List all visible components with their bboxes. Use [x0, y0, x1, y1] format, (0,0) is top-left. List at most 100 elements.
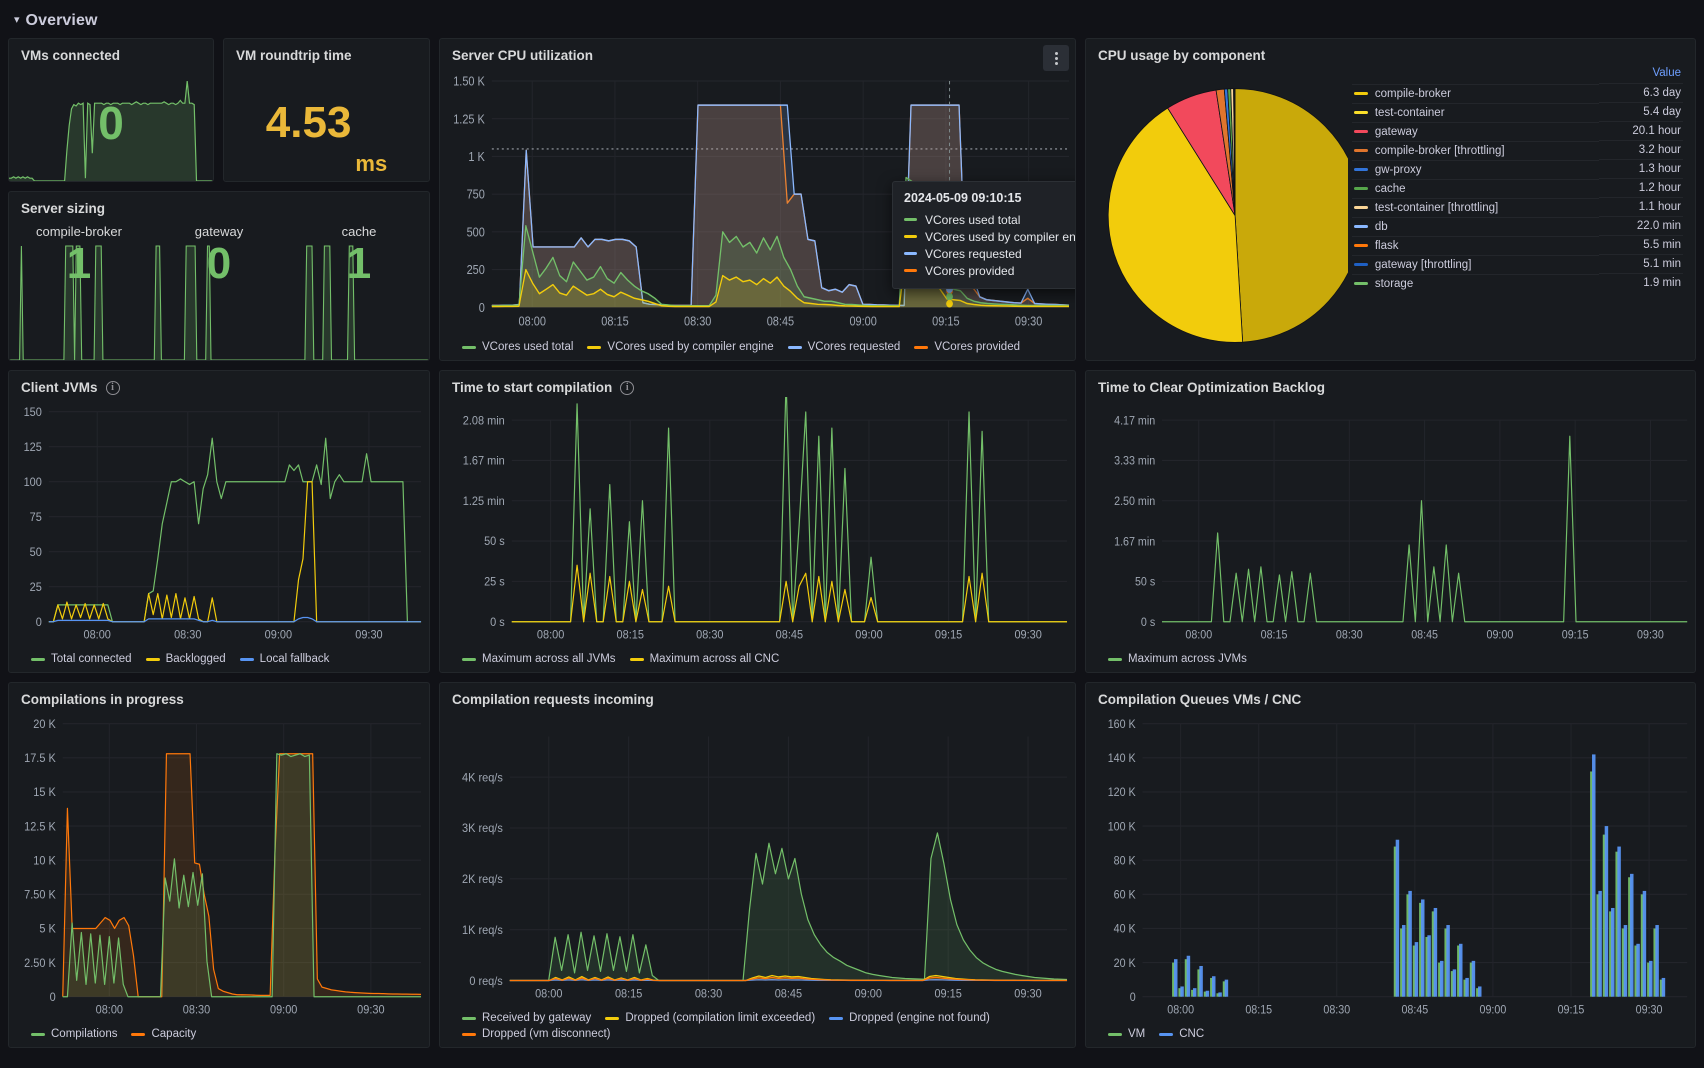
pie-legend: Value compile-broker 6.3 day test-containe…	[1348, 65, 1695, 360]
svg-text:50 s: 50 s	[1135, 576, 1156, 588]
legend-item-requests[interactable]: Dropped (engine not found)	[829, 1012, 990, 1024]
client-jvms-chart[interactable]: 0 25 50 75 100 125 150 08:00 08:30 09:00 09:30	[9, 397, 429, 649]
svg-text:1.67 min: 1.67 min	[1114, 536, 1155, 548]
svg-text:08:00: 08:00	[84, 629, 111, 641]
svg-text:09:00: 09:00	[849, 315, 877, 329]
series-color-swatch	[914, 345, 929, 349]
svg-text:08:00: 08:00	[96, 1004, 123, 1016]
panel-title: Compilation requests incoming	[452, 692, 654, 707]
legend-item-time-to-clear[interactable]: Maximum across JVMs	[1108, 653, 1247, 665]
legend-label: db	[1374, 220, 1388, 233]
compilation-queues-chart[interactable]: 0 20 K 40 K 60 K 80 K 100 K 120 K 140 K 160 K 08:…	[1086, 709, 1695, 1024]
legend-item-client-jvms[interactable]: Local fallback	[239, 653, 329, 665]
pie-legend-row[interactable]: db 22.0 min	[1351, 216, 1683, 236]
legend-label: test-container	[1374, 106, 1445, 119]
legend-label: gateway [throttling]	[1374, 258, 1472, 271]
pie-legend-row[interactable]: test-container 5.4 day	[1351, 102, 1683, 122]
tooltip-timestamp: 2024-05-09 09:10:15	[904, 191, 1022, 205]
legend-label: Total connected	[51, 653, 132, 665]
svg-text:08:00: 08:00	[537, 629, 564, 641]
legend-item-server-cpu[interactable]: VCores provided	[914, 341, 1020, 353]
svg-text:75: 75	[30, 512, 42, 524]
series-color-swatch	[904, 235, 917, 238]
pie-legend-value-header[interactable]: Value	[1599, 67, 1683, 84]
sizing-col-cache: cache 1	[289, 218, 429, 360]
pie-legend-row[interactable]: compile-broker [throttling] 3.2 hour	[1351, 140, 1683, 160]
legend-label: VM	[1128, 1028, 1146, 1040]
svg-text:100: 100	[24, 477, 42, 489]
legend-item-server-cpu[interactable]: VCores requested	[787, 341, 900, 353]
pie-legend-row[interactable]: gateway 20.1 hour	[1351, 121, 1683, 141]
pie-legend-row[interactable]: compile-broker 6.3 day	[1351, 83, 1683, 103]
pie-legend-label-cell: storage	[1351, 273, 1599, 293]
tooltip-series-name: VCores provided	[925, 263, 1015, 278]
compilation-requests-chart[interactable]: 0 req/s 1K req/s 2K req/s 3K req/s 4K req/s 0…	[440, 709, 1075, 1008]
svg-text:08:15: 08:15	[601, 315, 629, 329]
pie-chart[interactable]	[1086, 65, 1363, 360]
chevron-down-icon[interactable]: ▾	[14, 14, 20, 26]
svg-text:2K req/s: 2K req/s	[462, 874, 503, 886]
legend-item-queues[interactable]: CNC	[1159, 1028, 1204, 1040]
time-to-clear-chart[interactable]: 0 s 50 s 1.67 min 2.50 min 3.33 min 4.17 min 0…	[1086, 397, 1695, 649]
row-header-overview[interactable]: ▾ Overview	[8, 8, 1696, 34]
pie-legend-row[interactable]: gw-proxy 1.3 hour	[1351, 159, 1683, 179]
svg-text:1K req/s: 1K req/s	[462, 925, 503, 937]
legend-item-compilations[interactable]: Compilations	[31, 1028, 117, 1040]
series-color-swatch	[1353, 111, 1368, 114]
legend-item-queues[interactable]: VM	[1108, 1028, 1145, 1040]
legend-item-server-cpu[interactable]: VCores used total	[462, 341, 573, 353]
legend-time-to-clear: Maximum across JVMs	[1086, 649, 1695, 672]
legend-item-requests[interactable]: Received by gateway	[462, 1012, 591, 1024]
pie-legend-row[interactable]: gateway [throttling] 5.1 min	[1351, 254, 1683, 274]
legend-item-time-to-start[interactable]: Maximum across all CNC	[629, 653, 779, 665]
pie-legend-row[interactable]: flask 5.5 min	[1351, 235, 1683, 255]
legend-item-compilations[interactable]: Capacity	[131, 1028, 196, 1040]
pie-legend-row[interactable]: test-container [throttling] 1.1 hour	[1351, 197, 1683, 217]
legend-compilation-requests: Received by gateway Dropped (compilation …	[440, 1008, 1075, 1047]
info-icon[interactable]: i	[105, 380, 120, 395]
svg-text:09:00: 09:00	[1480, 1004, 1507, 1016]
svg-text:0: 0	[50, 992, 56, 1004]
series-color-swatch	[239, 657, 254, 661]
pie-legend-label-cell: compile-broker [throttling]	[1351, 140, 1599, 160]
pie-legend-value-cell: 1.3 hour	[1598, 159, 1683, 179]
time-to-start-chart[interactable]: 0 s 25 s 50 s 1.25 min 1.67 min 2.08 min 08:00…	[440, 397, 1075, 649]
pie-legend-row[interactable]: storage 1.9 min	[1351, 273, 1683, 293]
series-color-swatch	[131, 1032, 146, 1036]
svg-text:09:15: 09:15	[935, 629, 962, 641]
legend-item-client-jvms[interactable]: Total connected	[31, 653, 132, 665]
legend-item-requests[interactable]: Dropped (compilation limit exceeded)	[605, 1012, 815, 1024]
legend-item-client-jvms[interactable]: Backlogged	[145, 653, 226, 665]
svg-text:1.25 K: 1.25 K	[453, 113, 485, 127]
chart-tooltip: 2024-05-09 09:10:15 VCores used total70.…	[892, 181, 1075, 289]
legend-label: Compilations	[51, 1028, 118, 1040]
svg-text:750: 750	[467, 188, 486, 202]
legend-label: Backlogged	[165, 653, 226, 665]
series-color-swatch	[605, 1016, 620, 1020]
pie-legend-value-cell: 6.3 day	[1598, 83, 1683, 103]
info-icon[interactable]: i	[620, 380, 635, 395]
legend-item-server-cpu[interactable]: VCores used by compiler engine	[587, 341, 774, 353]
pie-legend-value-cell: 5.4 day	[1598, 102, 1683, 122]
svg-text:20 K: 20 K	[1114, 957, 1137, 969]
svg-text:09:00: 09:00	[265, 629, 292, 641]
legend-item-requests[interactable]: Dropped (vm disconnect)	[462, 1028, 610, 1040]
svg-text:1 K: 1 K	[468, 150, 485, 164]
svg-text:4K req/s: 4K req/s	[462, 772, 503, 784]
svg-text:40 K: 40 K	[1114, 923, 1137, 935]
legend-compilations-in-progress: Compilations Capacity	[9, 1024, 429, 1047]
svg-text:08:15: 08:15	[1245, 1004, 1272, 1016]
svg-text:120 K: 120 K	[1108, 787, 1137, 799]
pie-legend-value-cell: 20.1 hour	[1598, 121, 1683, 141]
compilations-in-progress-chart[interactable]: 0 2.50 K 5 K 7.50 K 10 K 12.5 K 15 K 17.5 K 20 K…	[9, 709, 429, 1024]
legend-time-to-start: Maximum across all JVMs Maximum across al…	[440, 649, 1075, 672]
tooltip-row: VCores provided121	[904, 262, 1075, 279]
svg-text:08:30: 08:30	[183, 1004, 210, 1016]
legend-label: compile-broker	[1374, 87, 1451, 100]
legend-item-time-to-start[interactable]: Maximum across all JVMs	[462, 653, 616, 665]
svg-text:09:30: 09:30	[355, 629, 382, 641]
svg-text:25 s: 25 s	[484, 576, 505, 588]
pie-legend-label-cell: flask	[1351, 235, 1599, 255]
pie-legend-row[interactable]: cache 1.2 hour	[1351, 178, 1683, 198]
series-color-swatch	[1353, 225, 1368, 228]
